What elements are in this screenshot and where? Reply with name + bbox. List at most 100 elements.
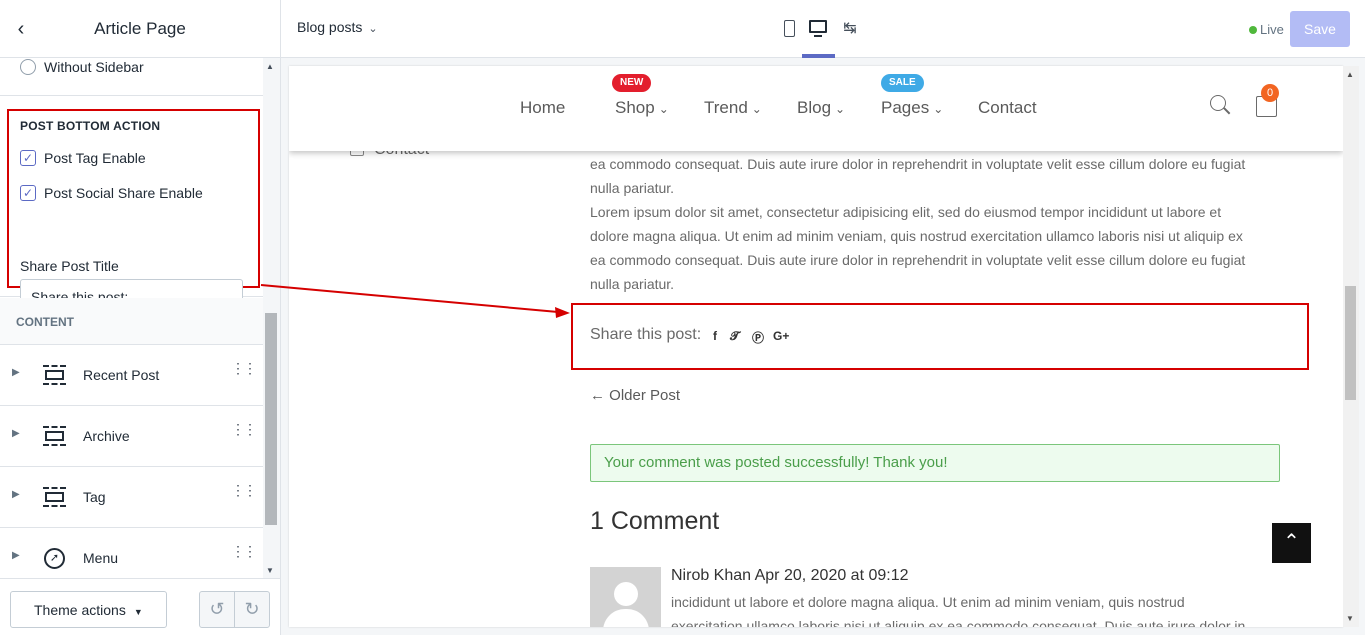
body-line: nulla pariatur. [590,180,675,196]
page-selector[interactable]: Blog posts ⌄ [297,19,378,35]
preview-scroll-thumb[interactable] [1345,286,1356,400]
avatar [590,567,661,627]
nav-item-label: Shop [615,98,655,117]
nav-item-contact[interactable]: Contact [978,98,1037,118]
editor-topbar: Blog posts ⌄ ↹ Live Save [281,0,1365,58]
checkbox-label: Post Tag Enable [44,150,146,166]
scroll-up-icon[interactable]: ▲ [266,62,274,71]
nav-item-label: Blog [797,98,832,117]
section-item-label: Recent Post [83,367,160,383]
content-heading: CONTENT [16,315,74,329]
section-item-label: Archive [83,428,130,444]
nav-item-trend[interactable]: Trend ⌄ [704,98,762,118]
sidebar-title: Article Page [94,19,186,38]
chevron-down-icon: ⌄ [933,102,944,116]
theme-actions-button[interactable]: Theme actions ▼ [10,591,167,628]
chevron-down-icon: ⌄ [751,102,762,116]
chevron-down-icon: ⌄ [658,102,669,116]
redo-icon[interactable]: ↻ [234,592,269,627]
editor-sidebar: ‹ Article Page Without Sidebar POST BOTT… [0,0,281,635]
badge-sale: SALE [881,74,924,92]
comments-title: 1 Comment [590,507,720,535]
older-post-link[interactable]: ← Older Post [590,387,680,404]
search-icon[interactable] [1210,95,1232,119]
nav-item-pages[interactable]: Pages ⌄ [881,98,943,118]
radio-without-sidebar[interactable]: Without Sidebar [20,58,144,77]
caret-right-icon[interactable]: ▶ [12,367,20,378]
nav-item-label: Pages [881,98,930,117]
save-button[interactable]: Save [1290,11,1350,47]
caret-right-icon[interactable]: ▶ [12,428,20,439]
desktop-view-icon[interactable] [809,20,829,38]
drag-handle-icon[interactable]: ⋮⋮ [231,483,257,497]
pinterest-icon[interactable]: Ⓟ [752,329,764,346]
section-icon [43,487,66,507]
chevron-down-icon: ⌄ [835,102,846,116]
section-item-archive[interactable]: ▶ Archive ⋮⋮ [0,406,263,467]
cart-count-badge: 0 [1261,84,1279,102]
theme-editor: ‹ Article Page Without Sidebar POST BOTT… [0,0,1365,635]
comment-success-alert: Your comment was posted successfully! Th… [590,444,1280,482]
google-plus-icon[interactable]: G+ [773,329,789,343]
content-section-header: CONTENT [0,298,263,345]
body-line: Lorem ipsum dolor sit amet, consectetur … [590,204,1222,220]
section-item-label: Tag [83,489,106,505]
section-item-tag[interactable]: ▶ Tag ⋮⋮ [0,467,263,528]
comment-body: incididunt ut labore et dolore magna ali… [671,590,1291,627]
scroll-down-icon[interactable]: ▼ [266,566,274,575]
checkbox-checked[interactable]: ✓ [20,150,36,166]
section-icon [43,426,66,446]
undo-redo-group: ↺ ↻ [199,591,270,628]
section-icon [43,365,66,385]
nav-item-blog[interactable]: Blog ⌄ [797,98,845,118]
body-line: nulla pariatur. [590,276,675,292]
section-item-recent-post[interactable]: ▶ Recent Post ⋮⋮ [0,345,263,406]
drag-handle-icon[interactable]: ⋮⋮ [231,422,257,436]
drag-handle-icon[interactable]: ⋮⋮ [231,361,257,375]
section-item-menu[interactable]: ▶ ➚ Menu ⋮⋮ [0,528,263,578]
section-item-label: Menu [83,550,119,566]
caret-down-icon: ▼ [133,606,143,617]
undo-icon[interactable]: ↺ [200,592,234,627]
checkbox-post-social-share-enable[interactable]: ✓ Post Social Share Enable [20,183,203,203]
comment-line: exercitation ullamco laboris nisi ut ali… [671,618,1246,627]
twitter-icon[interactable]: 𝓣 [730,329,739,344]
sidebar-scroll-area: Without Sidebar POST BOTTOM ACTION ✓ Pos… [0,58,263,578]
back-arrow-icon[interactable]: ‹ [10,17,32,41]
comment-line: incididunt ut labore et dolore magna ali… [671,594,1185,610]
radio-button[interactable] [20,59,36,75]
fullscreen-view-icon[interactable]: ↹ [840,20,860,38]
checkbox-post-tag-enable[interactable]: ✓ Post Tag Enable [20,148,146,168]
facebook-icon[interactable]: f [713,329,717,343]
site-navigation: Home NEW Shop ⌄ Trend ⌄ Blog ⌄ SALE Pages ⌄ … [289,66,1343,151]
body-line: dolore magna aliqua. Ut enim ad minim ve… [590,228,1243,244]
checkbox-checked[interactable]: ✓ [20,185,36,201]
live-status-dot [1249,26,1257,34]
sidebar-header: ‹ Article Page [0,0,280,58]
badge-new: NEW [612,74,652,92]
nav-item-shop[interactable]: Shop ⌄ [615,98,669,118]
body-line: ea commodo consequat. Duis aute irure do… [590,156,1246,172]
comment-meta: Nirob Khan Apr 20, 2020 at 09:12 [671,567,909,584]
section-heading: POST BOTTOM ACTION [20,119,161,133]
scroll-down-icon[interactable]: ▼ [1346,614,1354,623]
sidebar-scroll-thumb[interactable] [265,313,277,525]
checkbox-label: Post Social Share Enable [44,185,203,201]
caret-right-icon[interactable]: ▶ [12,550,20,561]
drag-handle-icon[interactable]: ⋮⋮ [231,544,257,558]
mobile-view-icon[interactable] [781,20,801,38]
nav-item-home[interactable]: Home [520,98,565,118]
storefront-preview: Home NEW Shop ⌄ Trend ⌄ Blog ⌄ SALE Pages ⌄ … [289,66,1343,627]
live-status-label: Live [1260,22,1284,37]
sidebar-footer: Theme actions ▼ ↺ ↻ [0,578,280,635]
page-selector-label: Blog posts [297,19,363,35]
scroll-up-icon[interactable]: ▲ [1346,70,1354,79]
share-post-title-label: Share Post Title [20,258,119,274]
chevron-down-icon: ⌄ [368,23,378,35]
post-bottom-action-section: POST BOTTOM ACTION ✓ Post Tag Enable ✓ P… [0,95,263,315]
back-to-top-icon[interactable]: ⌃ [1272,523,1311,563]
theme-actions-label: Theme actions [34,601,126,618]
caret-right-icon[interactable]: ▶ [12,489,20,500]
radio-label: Without Sidebar [44,59,144,75]
body-line: ea commodo consequat. Duis aute irure do… [590,252,1246,268]
